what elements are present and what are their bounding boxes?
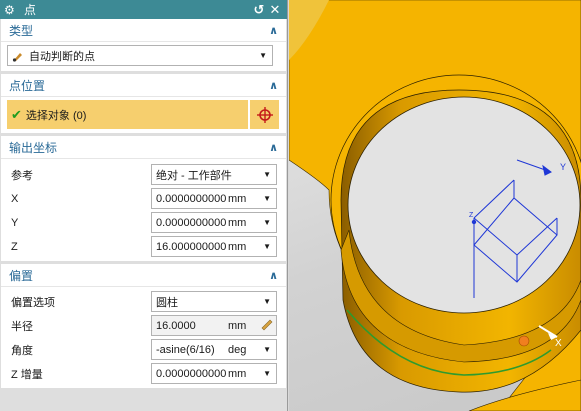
select-object-button[interactable]: ✔ 选择对象 (0) — [7, 100, 248, 129]
x-value[interactable]: 0.0000000000 — [156, 193, 226, 205]
reset-icon[interactable]: ↺ — [251, 2, 267, 18]
crosshair-icon — [256, 106, 273, 123]
reference-label: 参考 — [11, 169, 33, 182]
z-increment-input[interactable]: 0.0000000000 mm ▼ — [151, 363, 277, 384]
collapse-icon[interactable]: ∧ — [269, 79, 278, 92]
y-label: Y — [11, 216, 19, 229]
point-type-value: 自动判断的点 — [29, 50, 95, 63]
point-location-header[interactable]: 点位置 ∧ — [1, 74, 286, 97]
axis-z-label: Z — [469, 212, 474, 219]
gear-icon[interactable]: ⚙ — [4, 3, 18, 17]
measure-icon[interactable] — [261, 319, 273, 331]
output-coords-section: 输出坐标 ∧ 参考 绝对 - 工作部件 ▼ X 0.0000000000 mm … — [1, 136, 286, 261]
chevron-down-icon: ▼ — [263, 297, 271, 306]
type-section: 类型 ∧ 自动判断的点 ▼ — [1, 19, 286, 71]
dialog-titlebar[interactable]: ⚙ 点 ↺ ✕ — [0, 0, 287, 19]
z-increment-label: Z 增量 — [11, 368, 43, 381]
angle-label: 角度 — [11, 344, 33, 357]
radius-label: 半径 — [11, 320, 33, 333]
offset-option-value: 圆柱 — [156, 296, 178, 309]
y-unit: mm — [228, 216, 247, 229]
z-increment-value[interactable]: 0.0000000000 — [156, 368, 226, 380]
check-icon: ✔ — [11, 106, 22, 122]
point-dialog-button[interactable] — [250, 100, 279, 129]
cad-scene[interactable]: Y Z X — [289, 0, 581, 411]
output-coords-title: 输出坐标 — [9, 140, 58, 155]
angle-unit: deg — [228, 343, 247, 356]
axis-x-label: X — [555, 338, 562, 349]
x-input[interactable]: 0.0000000000 mm ▼ — [151, 188, 277, 209]
reference-value: 绝对 - 工作部件 — [156, 169, 232, 182]
collapse-icon[interactable]: ∧ — [269, 269, 278, 282]
z-increment-unit: mm — [228, 367, 247, 380]
z-input[interactable]: 16.0000000000 mm ▼ — [151, 236, 277, 257]
close-icon[interactable]: ✕ — [267, 2, 283, 18]
type-section-header[interactable]: 类型 ∧ — [1, 19, 286, 42]
origin-point — [471, 219, 477, 225]
collapse-icon[interactable]: ∧ — [269, 141, 278, 154]
axis-y-label: Y — [560, 162, 566, 172]
angle-input[interactable]: -asine(6/16) deg ▼ — [151, 339, 277, 360]
offset-header[interactable]: 偏置 ∧ — [1, 264, 286, 287]
x-unit: mm — [228, 192, 247, 205]
chevron-down-icon[interactable]: ▼ — [263, 194, 271, 203]
y-input[interactable]: 0.0000000000 mm ▼ — [151, 212, 277, 233]
z-unit: mm — [228, 240, 247, 253]
offset-option-label: 偏置选项 — [11, 296, 55, 309]
offset-option-dropdown[interactable]: 圆柱 ▼ — [151, 291, 277, 312]
orange-point-marker[interactable] — [518, 335, 530, 347]
chevron-down-icon: ▼ — [259, 51, 267, 60]
graphics-viewport[interactable]: Y Z X — [289, 0, 581, 411]
radius-input[interactable]: 16.0000 mm — [151, 315, 277, 336]
inferred-point-icon — [12, 52, 22, 62]
radius-unit: mm — [228, 319, 247, 332]
point-location-section: 点位置 ∧ ✔ 选择对象 (0) — [1, 74, 286, 133]
point-type-dropdown[interactable]: 自动判断的点 ▼ — [7, 45, 273, 66]
select-object-label: 选择对象 (0) — [25, 109, 87, 122]
reference-dropdown[interactable]: 绝对 - 工作部件 ▼ — [151, 164, 277, 185]
chevron-down-icon: ▼ — [263, 170, 271, 179]
z-label: Z — [11, 240, 18, 253]
chevron-down-icon[interactable]: ▼ — [263, 345, 271, 354]
radius-value[interactable]: 16.0000 — [156, 320, 226, 332]
offset-title: 偏置 — [9, 268, 34, 283]
y-value[interactable]: 0.0000000000 — [156, 217, 226, 229]
output-coords-header[interactable]: 输出坐标 ∧ — [1, 136, 286, 159]
chevron-down-icon[interactable]: ▼ — [263, 218, 271, 227]
collapse-icon[interactable]: ∧ — [269, 24, 278, 37]
bore-hole — [347, 96, 581, 314]
chevron-down-icon[interactable]: ▼ — [263, 242, 271, 251]
type-section-title: 类型 — [9, 23, 34, 38]
chevron-down-icon[interactable]: ▼ — [263, 369, 271, 378]
point-location-title: 点位置 — [9, 78, 46, 93]
dialog-title: 点 — [24, 3, 37, 17]
offset-section: 偏置 ∧ 偏置选项 圆柱 ▼ 半径 16.0000 mm 角度 -asine(6… — [1, 264, 286, 388]
z-value[interactable]: 16.0000000000 — [156, 241, 226, 253]
x-label: X — [11, 192, 19, 205]
angle-value[interactable]: -asine(6/16) — [156, 344, 226, 356]
point-dialog: ⚙ 点 ↺ ✕ 类型 ∧ 自动判断的点 ▼ 点位置 ∧ ✔ 选择对象 (0) 输… — [0, 0, 288, 411]
